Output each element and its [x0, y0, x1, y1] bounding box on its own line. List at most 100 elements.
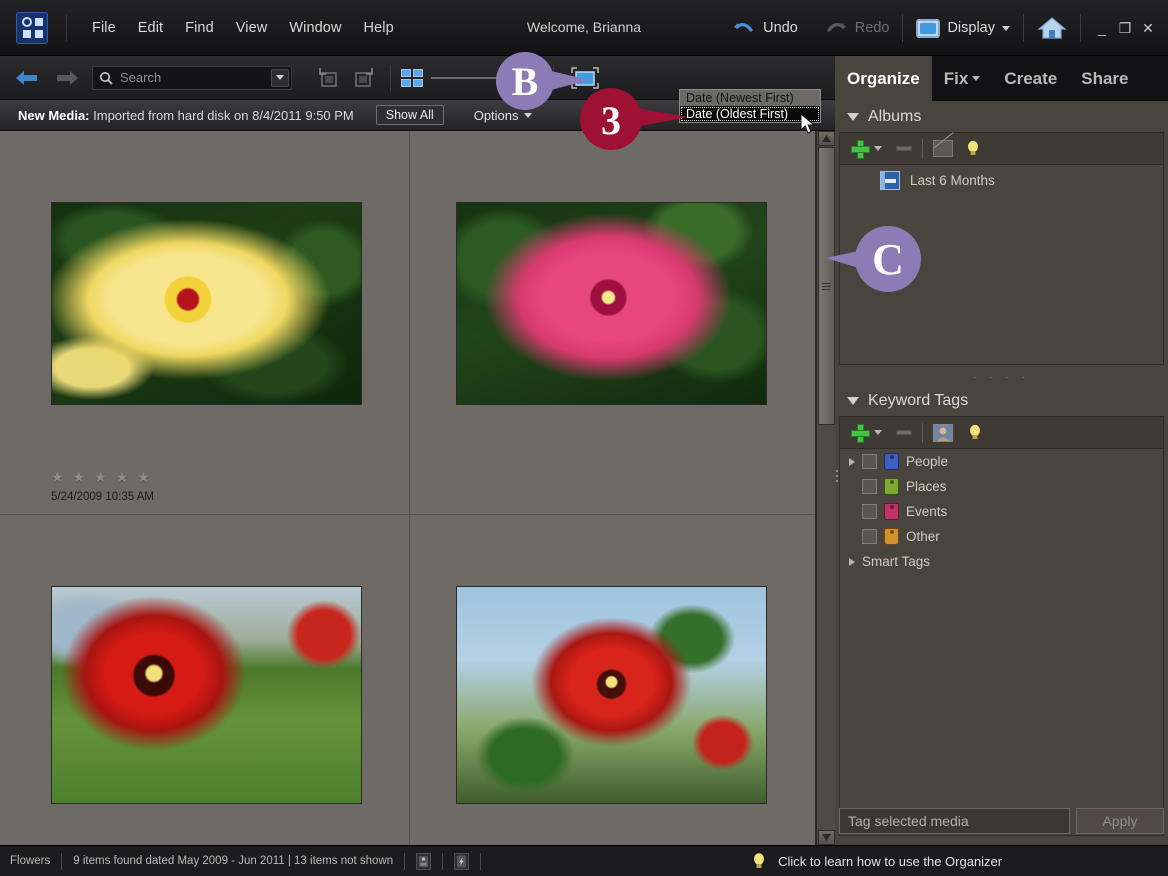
close-button[interactable]: ✕	[1138, 20, 1158, 37]
collapse-triangle-icon[interactable]	[847, 112, 859, 121]
add-tag-icon[interactable]	[851, 424, 870, 443]
chevron-down-icon[interactable]	[874, 146, 882, 151]
face-recognition-icon[interactable]	[933, 423, 953, 442]
scroll-up-button[interactable]	[818, 131, 835, 146]
photo-date: 5/24/2009 10:35 AM	[51, 491, 154, 503]
display-button[interactable]: Display	[903, 18, 1023, 38]
panel-resize-handle[interactable]: · · · ·	[835, 372, 1168, 385]
albums-section-header[interactable]: Albums	[835, 101, 1168, 132]
redo-button[interactable]: Redo	[811, 19, 903, 37]
tag-row-people[interactable]: People	[840, 449, 1163, 474]
tag-label: Events	[906, 504, 948, 519]
tag-apply-row: Tag selected media Apply	[839, 807, 1164, 835]
restore-button[interactable]: ❐	[1115, 20, 1135, 37]
lightbulb-icon[interactable]	[967, 140, 979, 157]
organizer-hint[interactable]: Click to learn how to use the Organizer	[752, 852, 1002, 870]
menu-item-edit[interactable]: Edit	[127, 16, 174, 40]
albums-list[interactable]: Last 6 Months	[840, 165, 1163, 195]
tag-label: Other	[906, 529, 940, 544]
menu-item-file[interactable]: File	[81, 16, 127, 40]
panel-divider-grip-icon[interactable]	[836, 470, 841, 482]
collapse-triangle-icon[interactable]	[847, 396, 859, 405]
rotate-left-icon[interactable]	[314, 65, 342, 91]
tag-checkbox[interactable]	[862, 454, 877, 469]
tab-create[interactable]: Create	[992, 56, 1069, 101]
lightbulb-icon[interactable]	[969, 424, 981, 441]
photo-cell[interactable]: ★ ★ ★ ★ ★ 5/24/2009 10:35 AM	[0, 131, 409, 526]
back-arrow-icon[interactable]	[14, 68, 40, 88]
tag-checkbox[interactable]	[862, 479, 877, 494]
rating-stars[interactable]: ★ ★ ★ ★ ★	[51, 470, 150, 484]
undo-button[interactable]: Undo	[719, 19, 811, 37]
tab-fix[interactable]: Fix	[932, 56, 993, 101]
photo-thumbnail-red-hibiscus-lawn[interactable]	[51, 586, 362, 804]
divider	[922, 422, 923, 443]
undo-icon	[732, 19, 756, 37]
status-bar: Flowers 9 items found dated May 2009 - J…	[0, 845, 1168, 876]
photo-cell[interactable]	[0, 515, 409, 845]
sync-icon[interactable]	[454, 852, 470, 870]
tag-row-other[interactable]: Other	[840, 524, 1163, 549]
menu-item-help[interactable]: Help	[353, 16, 405, 40]
rotate-right-icon[interactable]	[350, 65, 378, 91]
expand-triangle-icon[interactable]	[849, 457, 855, 466]
right-panel: Organize Fix Create Share Albums Last 6 …	[835, 56, 1168, 845]
status-items-found: 9 items found dated May 2009 - Jun 2011 …	[73, 855, 394, 867]
catalog-icon[interactable]	[416, 852, 432, 870]
menu-divider	[66, 14, 67, 41]
star-icon[interactable]: ★	[116, 470, 129, 484]
star-icon[interactable]: ★	[94, 470, 107, 484]
edit-album-icon[interactable]	[933, 140, 953, 157]
photo-thumbnail-pink-hibiscus[interactable]	[456, 202, 767, 405]
tab-share-label: Share	[1081, 68, 1129, 88]
tag-selected-media-input[interactable]: Tag selected media	[839, 808, 1070, 834]
apply-button[interactable]: Apply	[1076, 808, 1164, 834]
photo-thumbnail-red-hibiscus-sky[interactable]	[456, 586, 767, 804]
chevron-down-icon[interactable]	[874, 430, 882, 435]
keyword-tags-section-header[interactable]: Keyword Tags	[835, 385, 1168, 416]
add-album-icon[interactable]	[851, 140, 870, 159]
remove-album-icon[interactable]	[896, 146, 912, 151]
tab-share[interactable]: Share	[1069, 56, 1140, 101]
tab-organize[interactable]: Organize	[835, 56, 932, 101]
menu-item-window[interactable]: Window	[278, 16, 352, 40]
elements-organizer-logo-icon	[16, 11, 48, 44]
search-dropdown-button[interactable]	[271, 68, 289, 87]
tab-organize-label: Organize	[847, 68, 920, 88]
star-icon[interactable]: ★	[51, 470, 64, 484]
home-button[interactable]	[1024, 16, 1080, 40]
tag-label: Smart Tags	[862, 554, 931, 569]
tag-checkbox[interactable]	[862, 529, 877, 544]
keyword-tags-toolbar	[840, 417, 1163, 449]
show-all-button[interactable]: Show All	[375, 105, 444, 125]
people-tag-icon	[884, 453, 899, 470]
star-icon[interactable]: ★	[73, 470, 86, 484]
album-item-last-6-months[interactable]: Last 6 Months	[840, 165, 1163, 195]
divider	[480, 852, 482, 870]
search-input[interactable]: Search	[92, 65, 292, 90]
divider	[404, 852, 406, 870]
menu-item-find[interactable]: Find	[174, 16, 225, 40]
photo-thumbnail-yellow-hibiscus[interactable]	[51, 202, 362, 405]
star-icon[interactable]: ★	[137, 470, 150, 484]
photo-grid[interactable]: ★ ★ ★ ★ ★ 5/24/2009 10:35 AM ★ ★ ★ ★ ★ 5…	[0, 131, 816, 845]
expand-triangle-icon[interactable]	[849, 557, 855, 566]
forward-arrow-icon[interactable]	[54, 68, 80, 88]
keyword-tags-list[interactable]: People Places Events Other Smart Tags	[840, 449, 1163, 574]
scroll-down-button[interactable]	[818, 830, 835, 845]
tag-row-events[interactable]: Events	[840, 499, 1163, 524]
search-icon	[99, 71, 113, 85]
chevron-down-icon[interactable]	[972, 76, 981, 81]
tag-row-places[interactable]: Places	[840, 474, 1163, 499]
photo-cell[interactable]: ★ ★ ★ ★ ★ 5/24/2009 10:35 AM	[409, 131, 815, 526]
grid-view-icon[interactable]	[401, 68, 423, 87]
tag-row-smart-tags[interactable]: Smart Tags	[840, 549, 1163, 574]
redo-label: Redo	[854, 20, 890, 36]
other-tag-icon	[884, 528, 899, 545]
minimize-button[interactable]: _	[1092, 20, 1112, 36]
tag-checkbox[interactable]	[862, 504, 877, 519]
remove-tag-icon[interactable]	[896, 430, 912, 435]
tab-create-label: Create	[1004, 68, 1058, 88]
photo-cell[interactable]	[409, 515, 815, 845]
menu-item-view[interactable]: View	[225, 16, 279, 40]
